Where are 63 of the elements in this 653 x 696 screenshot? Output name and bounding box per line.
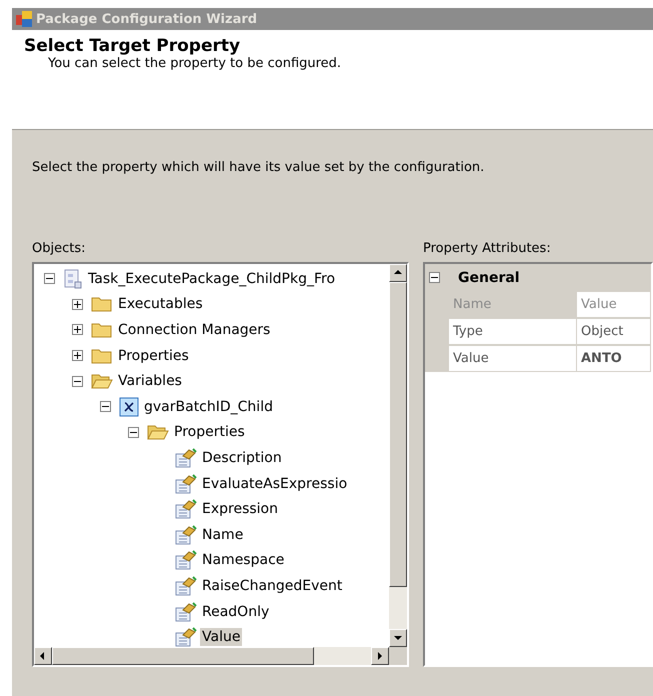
tree-item[interactable]: Namespace	[200, 551, 286, 570]
property-name: Value	[449, 345, 577, 372]
property-icon	[175, 474, 197, 494]
collapse-icon[interactable]	[128, 426, 139, 438]
tree-item[interactable]: Variables	[116, 372, 184, 390]
property-value: Object	[577, 318, 651, 345]
property-value: ANTO	[577, 345, 651, 372]
row-gutter	[425, 345, 449, 372]
page-title: Select Target Property	[24, 36, 240, 56]
collapse-icon[interactable]	[429, 272, 440, 283]
scroll-thumb[interactable]	[389, 282, 407, 587]
tree-item[interactable]: Properties	[116, 346, 191, 365]
tree-item[interactable]: Properties	[172, 423, 247, 442]
property-icon	[175, 576, 197, 596]
tree-item[interactable]: RaiseChangedEvent	[200, 576, 344, 595]
property-name: Name	[449, 291, 577, 318]
vertical-scrollbar[interactable]	[389, 264, 407, 647]
expand-icon[interactable]	[72, 324, 83, 336]
property-icon	[175, 550, 197, 570]
scroll-down-button[interactable]	[389, 629, 407, 647]
open-folder-icon	[91, 373, 113, 390]
page-subtitle: You can select the property to be configured.	[48, 56, 342, 71]
objects-tree[interactable]	[32, 262, 409, 667]
open-folder-icon	[147, 424, 169, 440]
attributes-label: Property Attributes:	[423, 241, 551, 256]
category-title: General	[458, 270, 520, 286]
property-icon	[175, 499, 197, 520]
tree-item[interactable]: gvarBatchID_Child	[142, 398, 275, 416]
expand-icon[interactable]	[72, 298, 83, 310]
collapse-icon[interactable]	[72, 376, 83, 387]
property-icon	[175, 602, 197, 622]
tree-item[interactable]: Name	[200, 526, 246, 544]
horizontal-scrollbar[interactable]	[34, 647, 389, 665]
property-icon	[175, 524, 197, 545]
scrollbar-corner	[389, 647, 407, 665]
instruction-text: Select the property which will have its value set by the configuration.	[32, 160, 484, 175]
folder-icon	[91, 348, 113, 364]
scroll-left-button[interactable]	[34, 647, 52, 665]
objects-label: Objects:	[32, 241, 86, 256]
tree-item[interactable]: EvaluateAsExpressio	[200, 474, 350, 493]
window-title: Package Configuration Wizard	[36, 12, 258, 26]
property-icon	[175, 448, 197, 468]
property-icon	[175, 627, 197, 647]
collapse-icon[interactable]	[44, 273, 55, 284]
scroll-thumb[interactable]	[52, 647, 314, 665]
scroll-right-button[interactable]	[371, 647, 389, 665]
property-value: Value	[577, 291, 651, 318]
variable-icon	[119, 396, 139, 417]
folder-icon	[91, 322, 113, 338]
tree-item[interactable]: Description	[200, 448, 284, 467]
expand-icon[interactable]	[72, 350, 83, 362]
collapse-icon[interactable]	[100, 401, 111, 412]
tree-item[interactable]: Connection Managers	[116, 320, 272, 339]
tree-item[interactable]: Expression	[200, 500, 280, 518]
scroll-up-button[interactable]	[389, 264, 407, 282]
folder-icon	[91, 296, 113, 312]
tree-item[interactable]: ReadOnly	[200, 602, 272, 621]
wizard-icon	[16, 11, 32, 27]
tree-item[interactable]: Value	[200, 628, 242, 646]
package-icon	[63, 268, 83, 289]
tree-item[interactable]: Executables	[116, 295, 205, 314]
tree-item[interactable]: Task_ExecutePackage_ChildPkg_Fro	[86, 270, 338, 288]
property-name: Type	[449, 318, 577, 345]
